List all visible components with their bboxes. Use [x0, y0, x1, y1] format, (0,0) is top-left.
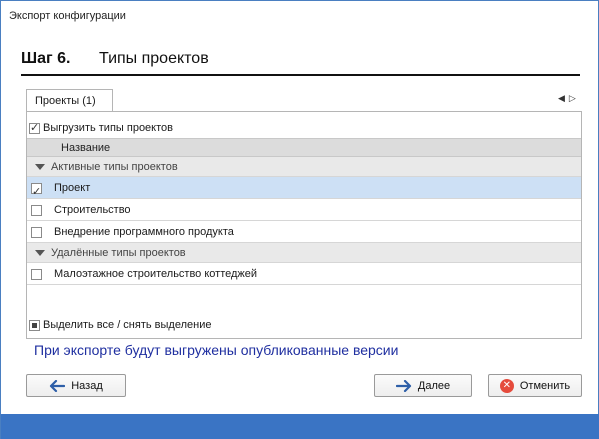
back-button-label: Назад — [71, 379, 103, 392]
table-row[interactable]: Проект — [27, 177, 581, 203]
export-types-checkbox[interactable] — [29, 121, 40, 134]
next-button-label: Далее — [417, 379, 451, 392]
step-header: Шаг 6. Типы проектов — [21, 50, 580, 76]
cancel-button-label: Отменить — [519, 379, 571, 392]
group-label: Активные типы проектов — [51, 161, 178, 173]
export-types-label: Выгрузить типы проектов — [43, 122, 173, 134]
next-button[interactable]: Далее — [374, 374, 472, 397]
column-header-name[interactable]: Название — [27, 138, 581, 157]
table-row[interactable]: Строительство — [27, 199, 581, 221]
step-number: Шаг 6. — [21, 50, 71, 67]
row-label: Внедрение программного продукта — [54, 226, 234, 238]
tab-scroll-right-icon[interactable]: ▷ — [569, 93, 576, 107]
step-title: Типы проектов — [99, 50, 209, 67]
chevron-down-icon[interactable] — [35, 164, 45, 171]
group-row-deleted[interactable]: Удалённые типы проектов — [27, 243, 581, 263]
project-types-grid: Название Активные типы проектов Проект С… — [27, 138, 581, 285]
group-label: Удалённые типы проектов — [51, 247, 186, 259]
table-row[interactable]: Малоэтажное строительство коттеджей — [27, 263, 581, 285]
row-label: Проект — [54, 182, 91, 194]
row-checkbox[interactable] — [31, 204, 42, 216]
export-config-window: Экспорт конфигурации Шаг 6. Типы проекто… — [0, 0, 599, 439]
bottom-bar — [1, 414, 599, 439]
arrow-left-icon — [50, 379, 66, 392]
window-title: Экспорт конфигурации — [9, 10, 126, 22]
select-all-toggle[interactable]: Выделить все / снять выделение — [29, 318, 211, 332]
info-text: При экспорте будут выгружены опубликован… — [34, 342, 399, 358]
arrow-right-icon — [395, 379, 411, 392]
row-checkbox[interactable] — [31, 268, 42, 280]
tabs-row: Проекты (1) ◀ ▷ — [26, 89, 582, 112]
row-label: Строительство — [54, 204, 131, 216]
select-all-label: Выделить все / снять выделение — [43, 319, 212, 331]
close-icon: ✕ — [499, 378, 514, 393]
tab-scroll-nav: ◀ ▷ — [558, 93, 580, 107]
row-checkbox[interactable] — [31, 226, 42, 238]
export-types-toggle[interactable]: Выгрузить типы проектов — [29, 121, 173, 135]
group-row-active[interactable]: Активные типы проектов — [27, 157, 581, 177]
table-row[interactable]: Внедрение программного продукта — [27, 221, 581, 243]
row-label: Малоэтажное строительство коттеджей — [54, 268, 258, 280]
tab-scroll-left-icon[interactable]: ◀ — [558, 93, 565, 107]
cancel-button[interactable]: ✕ Отменить — [488, 374, 582, 397]
tab-projects[interactable]: Проекты (1) — [26, 89, 113, 112]
row-checkbox[interactable] — [31, 181, 42, 203]
chevron-down-icon[interactable] — [35, 250, 45, 257]
project-types-panel: Выгрузить типы проектов Название Активны… — [26, 111, 582, 339]
select-all-checkbox[interactable] — [29, 319, 40, 331]
back-button[interactable]: Назад — [26, 374, 126, 397]
